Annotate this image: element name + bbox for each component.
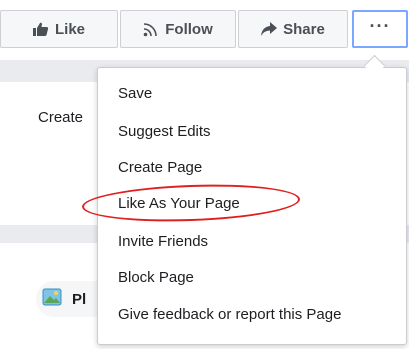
photo-icon	[42, 287, 62, 312]
menu-item-block-page[interactable]: Block Page	[118, 269, 194, 286]
like-button[interactable]: Like	[0, 10, 118, 48]
more-options-button[interactable]: ···	[352, 10, 408, 48]
photo-chip-label: Pl	[72, 290, 87, 308]
like-button-label: Like	[54, 20, 85, 38]
share-arrow-icon	[261, 22, 278, 36]
menu-item-give-feedback[interactable]: Give feedback or report this Page	[118, 306, 341, 323]
more-dots-icon: ···	[369, 15, 391, 36]
menu-item-invite-friends[interactable]: Invite Friends	[118, 233, 208, 250]
create-label: Create	[38, 109, 84, 126]
rss-icon	[143, 21, 159, 37]
thumbs-up-icon	[32, 22, 49, 36]
menu-item-create-page[interactable]: Create Page	[118, 159, 202, 176]
menu-item-save[interactable]: Save	[118, 85, 152, 102]
menu-item-suggest-edits[interactable]: Suggest Edits	[118, 123, 211, 140]
follow-button-label: Follow	[165, 20, 213, 38]
share-button-label: Share	[283, 20, 325, 38]
follow-button[interactable]: Follow	[120, 10, 236, 48]
share-button[interactable]: Share	[238, 10, 348, 48]
